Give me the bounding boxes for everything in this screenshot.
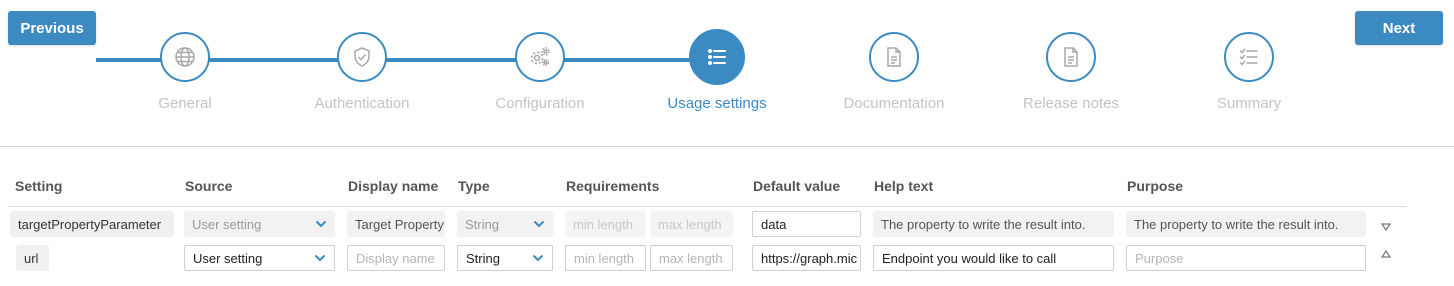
header-help-text: Help text bbox=[874, 178, 934, 194]
section-divider bbox=[0, 146, 1454, 147]
source-select-value: User setting bbox=[193, 250, 263, 266]
step-label: Configuration bbox=[495, 95, 585, 112]
header-source: Source bbox=[185, 178, 233, 194]
source-select[interactable]: User setting bbox=[184, 245, 335, 271]
chevron-down-icon bbox=[315, 220, 327, 228]
step-usage-settings[interactable]: Usage settings bbox=[627, 29, 807, 112]
document-icon bbox=[1046, 32, 1096, 82]
wizard-stepper: General Authentication Configuration Usa… bbox=[0, 0, 1454, 140]
setting-name: targetPropertyParameter bbox=[10, 211, 174, 237]
type-select[interactable]: String bbox=[457, 245, 553, 271]
step-release-notes[interactable]: Release notes bbox=[981, 32, 1161, 112]
header-divider bbox=[8, 206, 1406, 207]
source-select-value: User setting bbox=[192, 216, 262, 232]
default-value-input[interactable]: data bbox=[752, 211, 861, 237]
max-length-field: max length bbox=[650, 211, 733, 237]
document-icon bbox=[869, 32, 919, 82]
gears-icon bbox=[515, 32, 565, 82]
move-down-icon[interactable] bbox=[1381, 223, 1391, 231]
help-text-field: The property to write the result into. bbox=[873, 211, 1114, 237]
header-display-name: Display name bbox=[348, 178, 439, 194]
chevron-down-icon bbox=[532, 254, 544, 262]
header-default-value: Default value bbox=[753, 178, 841, 194]
move-up-icon[interactable] bbox=[1381, 250, 1391, 258]
step-general[interactable]: General bbox=[95, 32, 275, 112]
step-authentication[interactable]: Authentication bbox=[272, 32, 452, 112]
type-select-value: String bbox=[465, 216, 499, 232]
step-label: General bbox=[158, 95, 212, 112]
setting-name: url bbox=[16, 245, 49, 271]
step-configuration[interactable]: Configuration bbox=[450, 32, 630, 112]
step-summary[interactable]: Summary bbox=[1159, 32, 1339, 112]
step-label: Release notes bbox=[1023, 95, 1119, 112]
globe-icon bbox=[160, 32, 210, 82]
type-select: String bbox=[457, 211, 553, 237]
display-name-field: Target Property bbox=[347, 211, 445, 237]
purpose-input[interactable]: Purpose bbox=[1126, 245, 1366, 271]
header-type: Type bbox=[458, 178, 490, 194]
display-name-input[interactable]: Display name bbox=[347, 245, 445, 271]
min-length-input[interactable]: min length bbox=[565, 245, 646, 271]
max-length-input[interactable]: max length bbox=[650, 245, 733, 271]
shield-check-icon bbox=[337, 32, 387, 82]
step-documentation[interactable]: Documentation bbox=[804, 32, 984, 112]
chevron-down-icon bbox=[314, 254, 326, 262]
step-label: Usage settings bbox=[667, 95, 767, 112]
checklist-icon bbox=[1224, 32, 1274, 82]
step-label: Documentation bbox=[843, 95, 945, 112]
source-select: User setting bbox=[184, 211, 335, 237]
type-select-value: String bbox=[466, 250, 500, 266]
list-icon bbox=[689, 29, 745, 85]
chevron-down-icon bbox=[533, 220, 545, 228]
min-length-field: min length bbox=[565, 211, 646, 237]
default-value-input[interactable]: https://graph.mic bbox=[752, 245, 861, 271]
header-requirements: Requirements bbox=[566, 178, 660, 194]
header-purpose: Purpose bbox=[1127, 178, 1184, 194]
purpose-field: The property to write the result into. bbox=[1126, 211, 1366, 237]
header-setting: Setting bbox=[15, 178, 63, 194]
step-label: Summary bbox=[1216, 95, 1282, 112]
step-label: Authentication bbox=[314, 95, 410, 112]
help-text-input[interactable]: Endpoint you would like to call bbox=[873, 245, 1114, 271]
